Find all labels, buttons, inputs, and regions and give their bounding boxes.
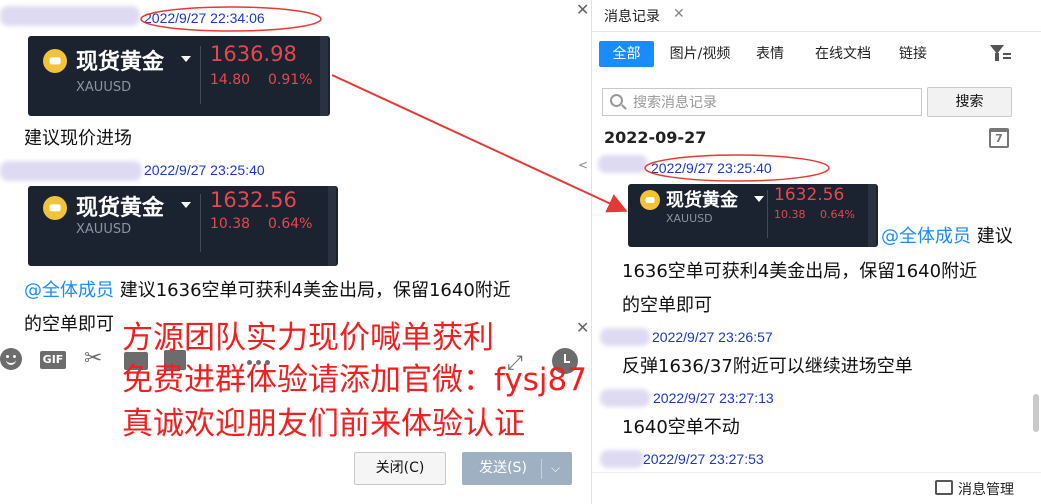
annotation-arrow [331,74,628,213]
